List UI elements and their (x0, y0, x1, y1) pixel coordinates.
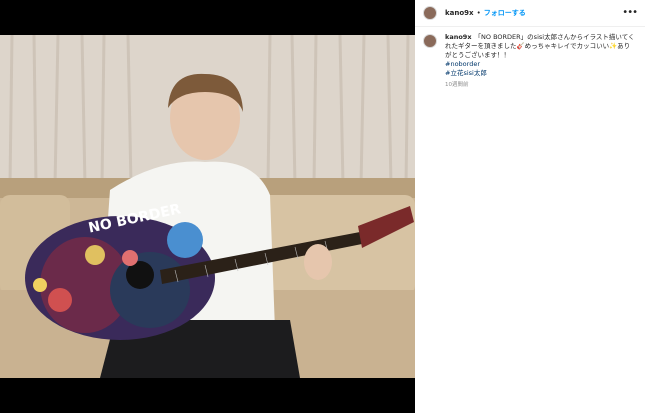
hashtag-link[interactable]: #noborder (445, 60, 635, 69)
hashtag-link[interactable]: #立花sisi太郎 (445, 69, 635, 78)
photo-guitarist: NO BORDER (0, 0, 415, 413)
post-image[interactable]: NO BORDER (0, 0, 415, 413)
separator-dot: • (476, 9, 481, 17)
caption-username[interactable]: kano9x (445, 33, 472, 41)
follow-button[interactable]: フォローする (484, 8, 526, 18)
caption-avatar[interactable] (423, 34, 437, 48)
caption-text: 「NO BORDER」のsisi太郎さんからイラスト描いてくれたギターを頂きまし… (445, 33, 635, 59)
post-header: kano9x • フォローする ••• (415, 0, 645, 27)
post-timestamp[interactable]: 10週間前 (445, 81, 635, 90)
caption-comment: kano9x 「NO BORDER」のsisi太郎さんからイラスト描いてくれたギタ… (423, 33, 637, 90)
post-sidebar: kano9x • フォローする ••• kano9x 「NO BORDER」のsi… (415, 0, 645, 413)
header-username[interactable]: kano9x (445, 9, 474, 17)
caption-body: kano9x 「NO BORDER」のsisi太郎さんからイラスト描いてくれたギタ… (445, 33, 635, 90)
more-icon[interactable]: ••• (622, 7, 638, 18)
post-modal: NO BORDER kano9x • フォローする ••• kano9x 「NO … (0, 0, 645, 413)
avatar[interactable] (423, 6, 437, 20)
